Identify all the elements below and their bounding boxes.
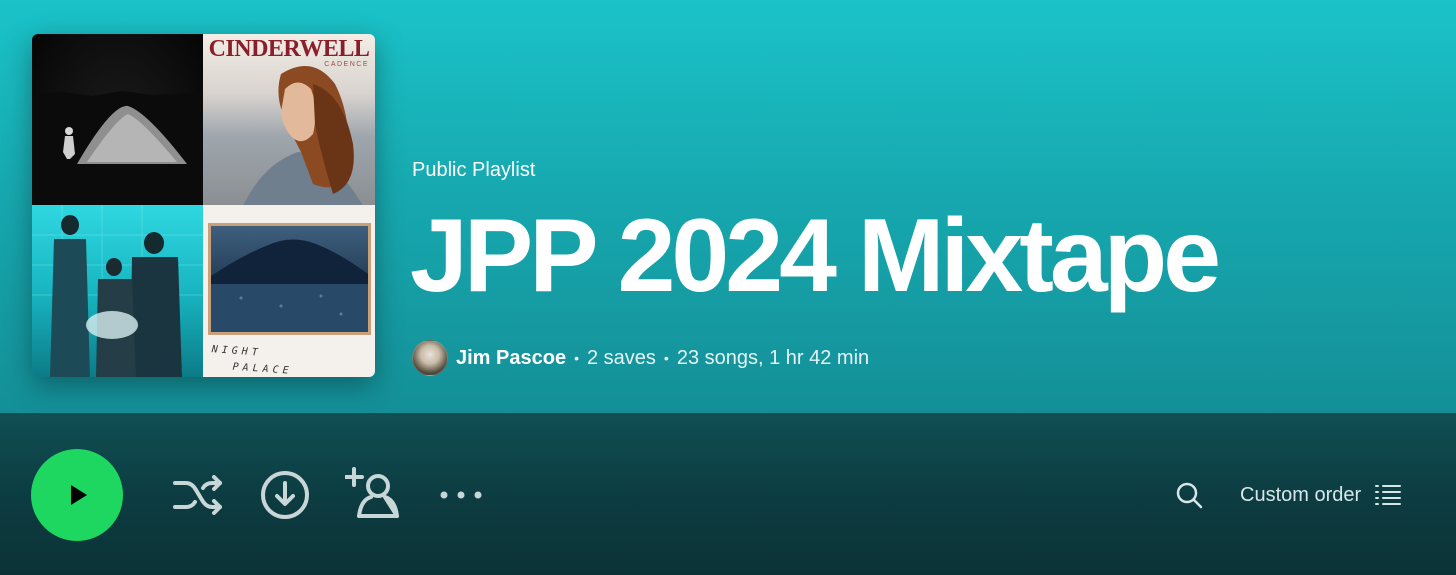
meta-separator: • [574,350,579,366]
playlist-cover[interactable]: CINDERWELL CADENCE NIGHT PALACE [32,34,375,377]
meta-separator: • [663,350,669,366]
download-icon [261,471,309,519]
cover-tile-1 [32,34,203,205]
play-button[interactable] [31,449,123,541]
sort-label: Custom order [1240,483,1362,506]
search-button[interactable] [1172,478,1206,512]
add-user-button[interactable] [345,466,401,522]
songs-duration: 23 songs, 1 hr 42 min [676,346,870,369]
playlist-header: CINDERWELL CADENCE NIGHT PALACE Public P… [0,0,1456,413]
cover-tile-2: CINDERWELL CADENCE [203,34,375,205]
play-icon [71,485,87,505]
owner-avatar[interactable] [412,340,448,376]
cover-tile-3 [32,205,203,377]
saves-count: 2 saves [586,346,656,369]
download-button[interactable] [260,470,310,520]
search-icon [1176,482,1203,509]
shuffle-button[interactable] [172,470,224,520]
sort-control[interactable]: Custom order [1240,480,1402,510]
cover-painting [208,223,371,335]
owner-name-link[interactable]: Jim Pascoe [456,347,566,370]
cover-handwritten-text: NIGHT PALACE [210,342,294,377]
cover-text-line2: PALACE [232,361,293,377]
list-icon [1375,485,1402,505]
more-icon [440,491,482,499]
cover-tile-4: NIGHT PALACE [203,205,375,377]
shuffle-icon [173,475,222,515]
playlist-meta: Jim Pascoe • 2 saves • 23 songs, 1 hr 42… [412,339,869,377]
add-user-icon [345,467,399,518]
playlist-type-label: Public Playlist [412,159,536,181]
more-options-button[interactable] [438,480,486,510]
playlist-title[interactable]: JPP 2024 Mixtape [410,196,1221,316]
